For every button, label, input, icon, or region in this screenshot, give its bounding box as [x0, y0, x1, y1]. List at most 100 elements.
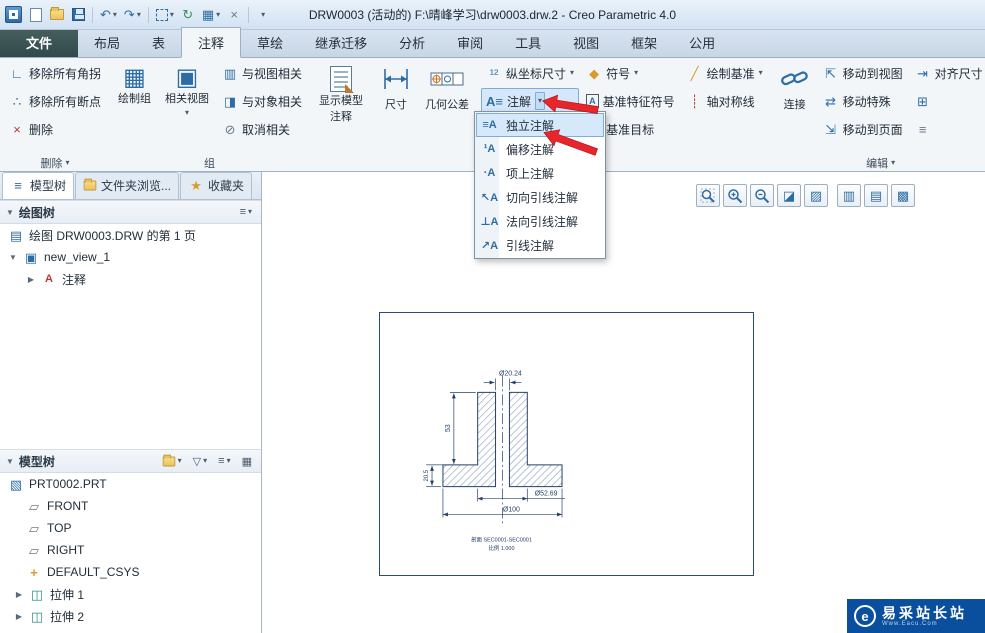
chevron-down-icon[interactable]: ▾ [137, 10, 141, 19]
repaint-button[interactable]: ◪ [777, 184, 801, 207]
expand-closed-icon[interactable]: ▶ [14, 612, 24, 621]
chevron-down-icon[interactable]: ▾ [570, 69, 574, 77]
edit-group-footer[interactable]: 编辑 ▾ [774, 154, 985, 171]
draft-datum-button[interactable]: ╱ 绘制基准 ▾ [682, 60, 768, 86]
app-icon[interactable] [5, 6, 22, 23]
model-tree-settings-button[interactable]: ≡ ▾ [215, 454, 233, 468]
select-filter-button[interactable]: ▾ [153, 4, 177, 26]
menu-item-on-item-note[interactable]: ·A 项上注解 [476, 161, 604, 185]
display-settings-button[interactable]: ▩ [891, 184, 915, 207]
zoom-in-button[interactable] [723, 184, 747, 207]
tree-item-annotations[interactable]: ▶ A 注释 [0, 268, 261, 290]
remove-all-jogs-button[interactable]: ∟ 移除所有角拐 [4, 60, 106, 86]
undo-button[interactable]: ↶ ▾ [97, 4, 120, 26]
new-file-button[interactable] [26, 4, 46, 26]
expand-open-icon[interactable]: ▼ [8, 253, 18, 262]
model-tree-display-button[interactable]: ▦ [239, 454, 255, 469]
symbol-button[interactable]: ◆ 符号 ▾ [581, 60, 680, 86]
ordinate-dimension-button[interactable]: ¹² 纵坐标尺寸 ▾ [481, 60, 579, 86]
tree-item-top[interactable]: ▱ TOP [0, 517, 261, 539]
chevron-down-icon[interactable]: ▾ [170, 10, 174, 19]
geometric-tolerance-button[interactable]: 几何公差 [419, 60, 475, 146]
delete-button[interactable]: × 删除 [4, 116, 106, 142]
show-model-annotations-button[interactable]: 显示模型 注释 [313, 60, 369, 146]
move-to-sheet-button[interactable]: ⇲ 移动到页面 [818, 116, 908, 142]
menu-item-offset-note[interactable]: ¹A 偏移注解 [476, 137, 604, 161]
shading-display-button[interactable]: ▨ [804, 184, 828, 207]
sketch-group-button[interactable]: ▦ 绘制组 [112, 60, 157, 146]
tree-item-view[interactable]: ▼ ▣ new_view_1 [0, 246, 261, 268]
menu-item-normal-leader-note[interactable]: ⊥A 法向引线注解 [476, 209, 604, 233]
axis-symmetry-line-button[interactable]: ┊ 轴对称线 [682, 88, 768, 114]
tab-layout[interactable]: 布局 [78, 28, 136, 57]
chevron-down-icon[interactable]: ▾ [216, 10, 220, 19]
regenerate-button[interactable]: ↻ [178, 4, 198, 26]
dim-height[interactable]: 53 [445, 424, 452, 432]
drawing-sheet[interactable]: Ø20.24 53 20.5 Ø52.69 Ø100 剖面 SEC0001-SE… [379, 312, 754, 576]
open-file-button[interactable] [47, 4, 67, 26]
tree-item-extrude-2[interactable]: ▶ ◫ 拉伸 2 [0, 605, 261, 627]
move-special-button[interactable]: ⇄ 移动特殊 [818, 88, 908, 114]
customize-toolbar-button[interactable]: ▾ [253, 4, 273, 26]
tree-item-right[interactable]: ▱ RIGHT [0, 539, 261, 561]
tab-common[interactable]: 公用 [673, 28, 731, 57]
tab-file[interactable]: 文件 [0, 28, 79, 57]
tab-analysis[interactable]: 分析 [383, 28, 441, 57]
clipped-button-1[interactable]: ⊞ [910, 88, 985, 114]
tree-item-sheet[interactable]: ▤ 绘图 DRW0003.DRW 的第 1 页 [0, 224, 261, 246]
sheet-display-button[interactable]: ▤ [864, 184, 888, 207]
expand-closed-icon[interactable]: ▶ [26, 275, 36, 284]
model-tree-filter-button[interactable]: ▽ ▾ [190, 454, 210, 469]
tab-review[interactable]: 审阅 [441, 28, 499, 57]
tab-model-tree[interactable]: ≡ 模型树 [2, 172, 75, 199]
drawing-tree-settings-button[interactable]: ≡ ▾ [237, 205, 255, 219]
model-tree-folder-button[interactable]: ▾ [159, 454, 185, 468]
graphics-area[interactable]: ◪ ▨ ▥ ▤ ▩ Ø20.24 53 20.5 Ø52.69 Ø100 剖面 … [262, 172, 985, 633]
tab-legacy-migration[interactable]: 继承迁移 [299, 28, 383, 57]
chevron-down-icon[interactable]: ▾ [759, 69, 763, 77]
redo-button[interactable]: ↷ ▾ [121, 4, 144, 26]
zoom-window-button[interactable] [696, 184, 720, 207]
dim-top-diameter[interactable]: Ø20.24 [499, 371, 522, 378]
layer-display-button[interactable]: ▥ [837, 184, 861, 207]
tab-favorites[interactable]: ★ 收藏夹 [180, 172, 253, 199]
save-button[interactable] [68, 4, 88, 26]
related-view-button[interactable]: ▣ 相关视图 ▾ [159, 60, 215, 146]
remove-all-breaks-button[interactable]: ∴ 移除所有断点 [4, 88, 106, 114]
note-dropdown-toggle[interactable]: ▾ [535, 92, 546, 110]
tab-table[interactable]: 表 [136, 28, 181, 57]
tab-tools[interactable]: 工具 [499, 28, 557, 57]
move-to-view-button[interactable]: ⇱ 移动到视图 [818, 60, 908, 86]
delete-group-footer[interactable]: 删除 ▾ [4, 154, 106, 171]
tree-item-part[interactable]: ▧ PRT0002.PRT [0, 473, 261, 495]
relate-to-object-button[interactable]: ◨ 与对象相关 [217, 88, 307, 114]
tab-annotate[interactable]: 注释 [181, 27, 242, 58]
expand-closed-icon[interactable]: ▶ [14, 590, 24, 599]
attach-button[interactable]: 连接 [774, 60, 816, 146]
collapse-section-icon[interactable]: ▼ [6, 208, 14, 217]
zoom-out-button[interactable] [750, 184, 774, 207]
tab-view[interactable]: 视图 [557, 28, 615, 57]
tab-folder-browser[interactable]: 文件夹浏览... [75, 172, 180, 199]
dim-outer-diameter[interactable]: Ø100 [503, 506, 520, 513]
windows-button[interactable]: ▦ ▾ [199, 4, 223, 26]
menu-item-tangent-leader-note[interactable]: ↖A 切向引线注解 [476, 185, 604, 209]
close-window-button[interactable]: × [224, 4, 244, 26]
menu-item-unattached-note[interactable]: ≡A 独立注解 [476, 113, 604, 137]
relate-to-view-button[interactable]: ▥ 与视图相关 [217, 60, 307, 86]
clipped-button-2[interactable]: ≡ [910, 116, 985, 142]
tree-item-extrude-1[interactable]: ▶ ◫ 拉伸 1 [0, 583, 261, 605]
align-dimensions-button[interactable]: ⇥ 对齐尺寸 [910, 60, 985, 86]
collapse-section-icon[interactable]: ▼ [6, 457, 14, 466]
dimension-button[interactable]: 尺寸 [375, 60, 417, 146]
chevron-down-icon[interactable]: ▾ [113, 10, 117, 19]
menu-item-leader-note[interactable]: ↗A 引线注解 [476, 233, 604, 257]
chevron-down-icon[interactable]: ▾ [634, 69, 638, 77]
unrelate-button[interactable]: ⊘ 取消相关 [217, 116, 307, 142]
tab-framework[interactable]: 框架 [615, 28, 673, 57]
tree-item-csys[interactable]: + DEFAULT_CSYS [0, 561, 261, 583]
tab-sketch[interactable]: 草绘 [241, 28, 299, 57]
dim-mid-diameter[interactable]: Ø52.69 [535, 491, 558, 498]
dim-flange-height[interactable]: 20.5 [424, 469, 430, 481]
tree-item-front[interactable]: ▱ FRONT [0, 495, 261, 517]
